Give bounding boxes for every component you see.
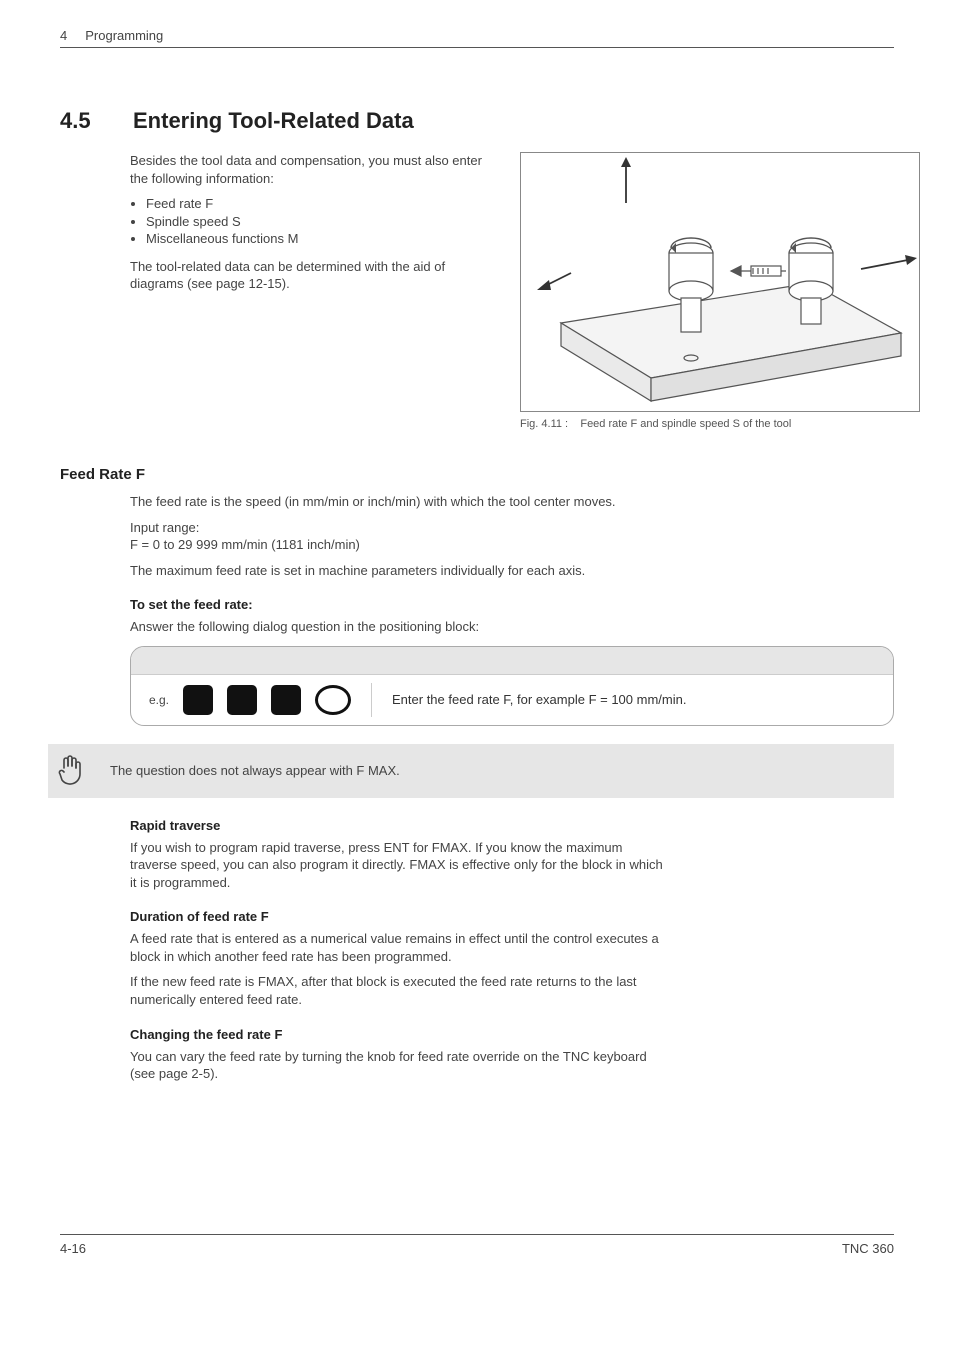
page-number: 4-16 bbox=[60, 1241, 86, 1256]
bullet-feed-rate: Feed rate F bbox=[146, 195, 490, 213]
rapid-traverse-text: If you wish to program rapid traverse, p… bbox=[130, 839, 670, 892]
changing-feed-rate-text: You can vary the feed rate by turning th… bbox=[130, 1048, 670, 1083]
example-label: e.g. bbox=[149, 693, 169, 707]
set-feed-rate-text: Answer the following dialog question in … bbox=[130, 618, 894, 636]
ent-key-icon bbox=[315, 685, 351, 715]
max-feed-rate-note: The maximum feed rate is set in machine … bbox=[130, 562, 670, 580]
numeric-key-icon bbox=[183, 685, 213, 715]
set-feed-rate-heading: To set the feed rate: bbox=[130, 597, 894, 612]
note-text: The question does not always appear with… bbox=[110, 763, 400, 778]
tool-diagram-svg bbox=[521, 153, 921, 413]
input-range-value: F = 0 to 29 999 mm/min (1181 inch/min) bbox=[130, 536, 894, 554]
dialog-prompt-bar bbox=[131, 647, 893, 675]
intro-paragraph: Besides the tool data and compensation, … bbox=[130, 152, 490, 187]
chapter-number: 4 bbox=[60, 28, 67, 43]
rapid-traverse-heading: Rapid traverse bbox=[130, 818, 894, 833]
page-footer: 4-16 TNC 360 bbox=[60, 1234, 894, 1256]
section-heading: 4.5 Entering Tool-Related Data bbox=[60, 108, 894, 134]
bullet-spindle-speed: Spindle speed S bbox=[146, 213, 490, 231]
chapter-title: Programming bbox=[85, 28, 163, 43]
numeric-key-icon bbox=[271, 685, 301, 715]
section-title: Entering Tool-Related Data bbox=[133, 108, 414, 134]
intro-paragraph-2: The tool-related data can be determined … bbox=[130, 258, 490, 293]
figure-caption-prefix: Fig. 4.11 : bbox=[520, 418, 568, 430]
page-header: 4 Programming bbox=[60, 28, 894, 48]
figure-caption-text: Feed rate F and spindle speed S of the t… bbox=[580, 418, 791, 430]
changing-feed-rate-heading: Changing the feed rate F bbox=[130, 1027, 894, 1042]
intro-bullets: Feed rate F Spindle speed S Miscellaneou… bbox=[130, 195, 490, 248]
feed-rate-heading: Feed Rate F bbox=[60, 466, 894, 483]
duration-paragraph-2: If the new feed rate is FMAX, after that… bbox=[130, 973, 670, 1008]
input-range-label: Input range: bbox=[130, 519, 894, 537]
feed-rate-description: The feed rate is the speed (in mm/min or… bbox=[130, 493, 650, 511]
figure-caption: Fig. 4.11 : Feed rate F and spindle spee… bbox=[520, 418, 920, 430]
hand-icon bbox=[48, 754, 92, 788]
model-label: TNC 360 bbox=[842, 1241, 894, 1256]
duration-paragraph-1: A feed rate that is entered as a numeric… bbox=[130, 930, 670, 965]
section-number: 4.5 bbox=[60, 108, 115, 134]
duration-heading: Duration of feed rate F bbox=[130, 909, 894, 924]
figure-4-11 bbox=[520, 152, 920, 412]
dialog-instruction: Enter the feed rate F, for example F = 1… bbox=[392, 692, 686, 707]
note-bar: The question does not always appear with… bbox=[48, 744, 894, 798]
divider bbox=[371, 683, 372, 717]
dialog-panel: e.g. Enter the feed rate F, for example … bbox=[130, 646, 894, 726]
numeric-key-icon bbox=[227, 685, 257, 715]
bullet-misc-functions: Miscellaneous functions M bbox=[146, 230, 490, 248]
